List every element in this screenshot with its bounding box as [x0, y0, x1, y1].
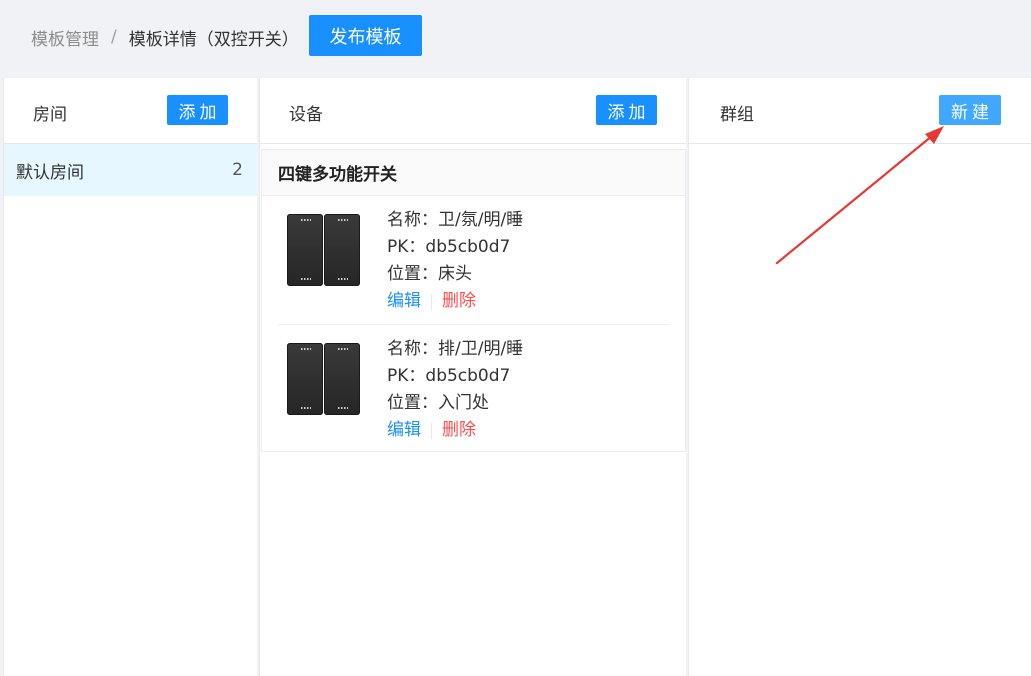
devices-title: 设备: [289, 105, 323, 125]
edit-device-link[interactable]: 编辑: [387, 288, 421, 315]
groups-title: 群组: [720, 105, 754, 125]
breadcrumb-separator: /: [111, 27, 117, 47]
delete-device-link[interactable]: 删除: [442, 417, 476, 444]
delete-device-link[interactable]: 删除: [442, 288, 476, 315]
groups-panel-header: 群组 新建: [689, 78, 1031, 144]
device-location: 位置：床头: [387, 264, 472, 284]
switch-device-image: [287, 343, 360, 415]
device-info: 名称：排/卫/明/睡 PK：db5cb0d7 位置：入门处 编辑 删除: [387, 336, 523, 444]
device-actions: 编辑 删除: [387, 417, 523, 444]
device-card: 四键多功能开关 名称：卫/氛/明/睡 PK：db5cb0d7 位置：床头 编辑 …: [261, 149, 686, 452]
room-device-count: 2: [232, 160, 243, 180]
device-item: 名称：卫/氛/明/睡 PK：db5cb0d7 位置：床头 编辑 删除: [277, 197, 670, 325]
publish-template-button[interactable]: 发布模板: [309, 15, 422, 56]
room-item-default[interactable]: 默认房间 2: [4, 144, 257, 196]
page-header: 模板管理 / 模板详情（双控开关） 发布模板: [0, 0, 1031, 78]
device-location: 位置：入门处: [387, 393, 489, 413]
breadcrumb: 模板管理 / 模板详情（双控开关）: [31, 24, 299, 50]
breadcrumb-current: 模板详情（双控开关）: [128, 29, 299, 50]
devices-panel: 设备 添加 四键多功能开关 名称：卫/氛/明/睡 PK：db5cb0d7 位置：…: [259, 78, 686, 676]
device-pk: PK：db5cb0d7: [387, 366, 511, 386]
device-actions: 编辑 删除: [387, 288, 523, 315]
edit-device-link[interactable]: 编辑: [387, 417, 421, 444]
rooms-panel: 房间 添加 默认房间 2: [3, 78, 257, 676]
rooms-title: 房间: [33, 105, 67, 125]
action-divider: [431, 293, 432, 310]
groups-panel: 群组 新建: [688, 78, 1031, 676]
room-name: 默认房间: [16, 162, 84, 183]
new-group-button[interactable]: 新建: [939, 95, 1001, 125]
add-room-button[interactable]: 添加: [167, 95, 228, 125]
device-card-title: 四键多功能开关: [262, 150, 685, 196]
devices-panel-header: 设备 添加: [260, 78, 686, 144]
device-info: 名称：卫/氛/明/睡 PK：db5cb0d7 位置：床头 编辑 删除: [387, 207, 523, 315]
rooms-panel-header: 房间 添加: [4, 78, 257, 144]
device-name: 名称：卫/氛/明/睡: [387, 210, 524, 230]
breadcrumb-parent-link[interactable]: 模板管理: [31, 25, 99, 50]
device-item: 名称：排/卫/明/睡 PK：db5cb0d7 位置：入门处 编辑 删除: [277, 326, 670, 454]
add-device-button[interactable]: 添加: [596, 95, 657, 125]
action-divider: [431, 422, 432, 439]
device-pk: PK：db5cb0d7: [387, 237, 511, 257]
switch-device-image: [287, 214, 360, 286]
device-name: 名称：排/卫/明/睡: [387, 339, 524, 359]
